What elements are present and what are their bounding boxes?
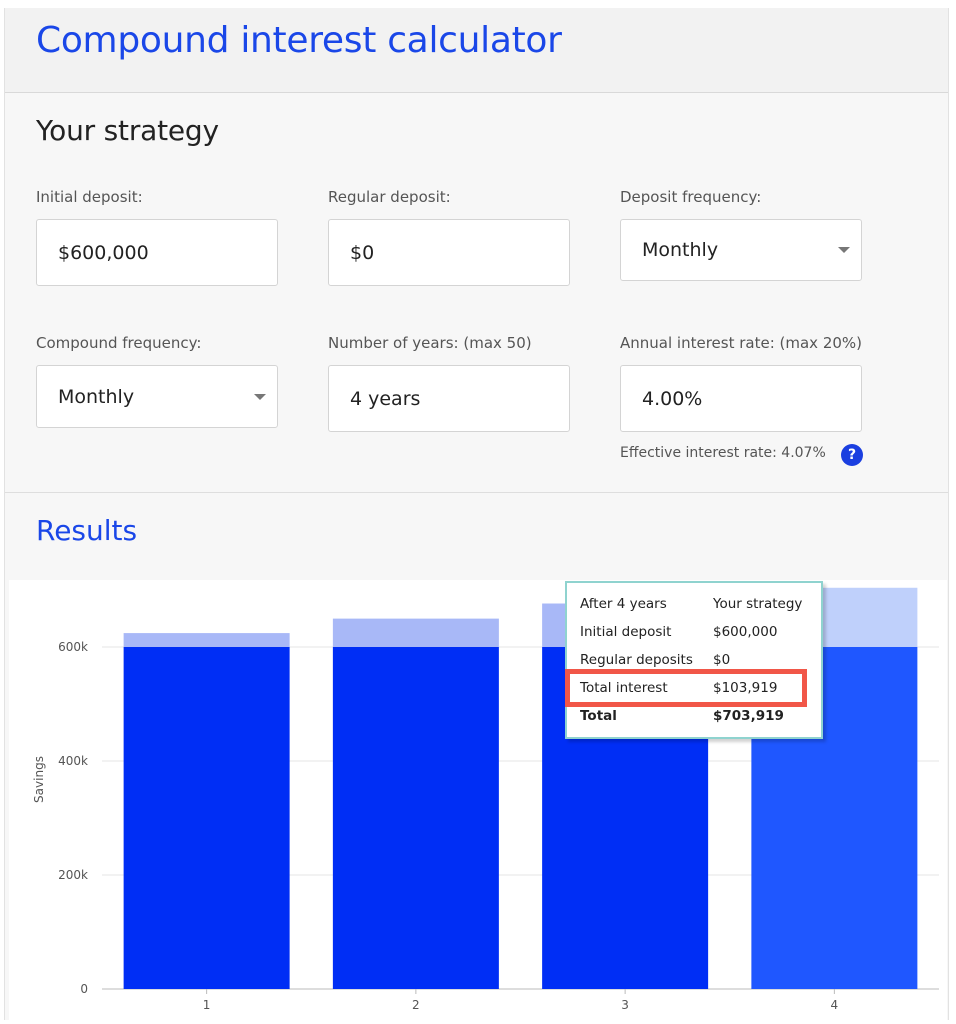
regular-deposit-value: $0 bbox=[350, 241, 375, 264]
tooltip-row-label: Regular deposits bbox=[580, 652, 693, 668]
effective-interest-rate: Effective interest rate: 4.07% bbox=[620, 445, 826, 461]
initial-deposit-input[interactable]: $600,000 bbox=[36, 219, 278, 286]
initial-deposit-label: Initial deposit: bbox=[36, 188, 143, 206]
y-tick-label: 600k bbox=[58, 640, 88, 654]
years-label: Number of years: (max 50) bbox=[328, 334, 532, 352]
initial-deposit-value: $600,000 bbox=[58, 241, 149, 264]
compound-frequency-value: Monthly bbox=[58, 385, 135, 408]
y-tick-label: 200k bbox=[58, 868, 88, 882]
regular-deposit-label: Regular deposit: bbox=[328, 188, 451, 206]
compound-frequency-label: Compound frequency: bbox=[36, 334, 202, 352]
interest-rate-value: 4.00% bbox=[642, 387, 703, 410]
tooltip-heading: After 4 years bbox=[580, 596, 667, 612]
deposit-frequency-select[interactable]: Monthly bbox=[620, 219, 862, 281]
years-input[interactable]: 4 years bbox=[328, 365, 570, 432]
tooltip-column-label: Your strategy bbox=[713, 596, 803, 612]
y-axis-label: Savings bbox=[32, 756, 46, 803]
bar-initial-deposit bbox=[123, 647, 290, 989]
chevron-down-icon bbox=[254, 393, 266, 400]
strategy-title: Your strategy bbox=[36, 114, 219, 147]
regular-deposit-input[interactable]: $0 bbox=[328, 219, 570, 286]
tooltip-row-value: $600,000 bbox=[713, 624, 778, 640]
chevron-down-icon bbox=[838, 247, 850, 253]
bar-interest bbox=[332, 618, 499, 647]
help-icon[interactable]: ? bbox=[841, 444, 863, 466]
x-tick-label: 3 bbox=[621, 998, 629, 1012]
results-title: Results bbox=[36, 514, 138, 547]
tooltip-row-value: $0 bbox=[713, 652, 731, 668]
compound-frequency-select[interactable]: Monthly bbox=[36, 365, 278, 428]
interest-rate-input[interactable]: 4.00% bbox=[620, 365, 862, 432]
page-title: Compound interest calculator bbox=[36, 20, 562, 61]
bar-initial-deposit bbox=[332, 647, 499, 989]
chart-tooltip: After 4 years Your strategy Initial depo… bbox=[565, 581, 823, 739]
deposit-frequency-value: Monthly bbox=[642, 239, 719, 261]
tooltip-total-label: Total bbox=[580, 708, 617, 724]
x-tick-label: 4 bbox=[831, 998, 839, 1012]
bar-interest bbox=[123, 633, 290, 647]
interest-rate-label: Annual interest rate: (max 20%) bbox=[620, 334, 863, 352]
calculator-panel: Compound interest calculator Your strate… bbox=[4, 8, 949, 1020]
section-divider bbox=[5, 492, 948, 493]
page-header: Compound interest calculator bbox=[5, 8, 948, 93]
x-tick-label: 1 bbox=[203, 998, 211, 1012]
x-tick-label: 2 bbox=[412, 998, 420, 1012]
total-interest-highlight bbox=[565, 669, 807, 707]
y-tick-label: 0 bbox=[80, 982, 88, 996]
deposit-frequency-label: Deposit frequency: bbox=[620, 188, 762, 206]
tooltip-total-value: $703,919 bbox=[713, 708, 784, 724]
y-tick-label: 400k bbox=[58, 754, 88, 768]
years-value: 4 years bbox=[350, 387, 421, 410]
tooltip-row-label: Initial deposit bbox=[580, 624, 672, 640]
